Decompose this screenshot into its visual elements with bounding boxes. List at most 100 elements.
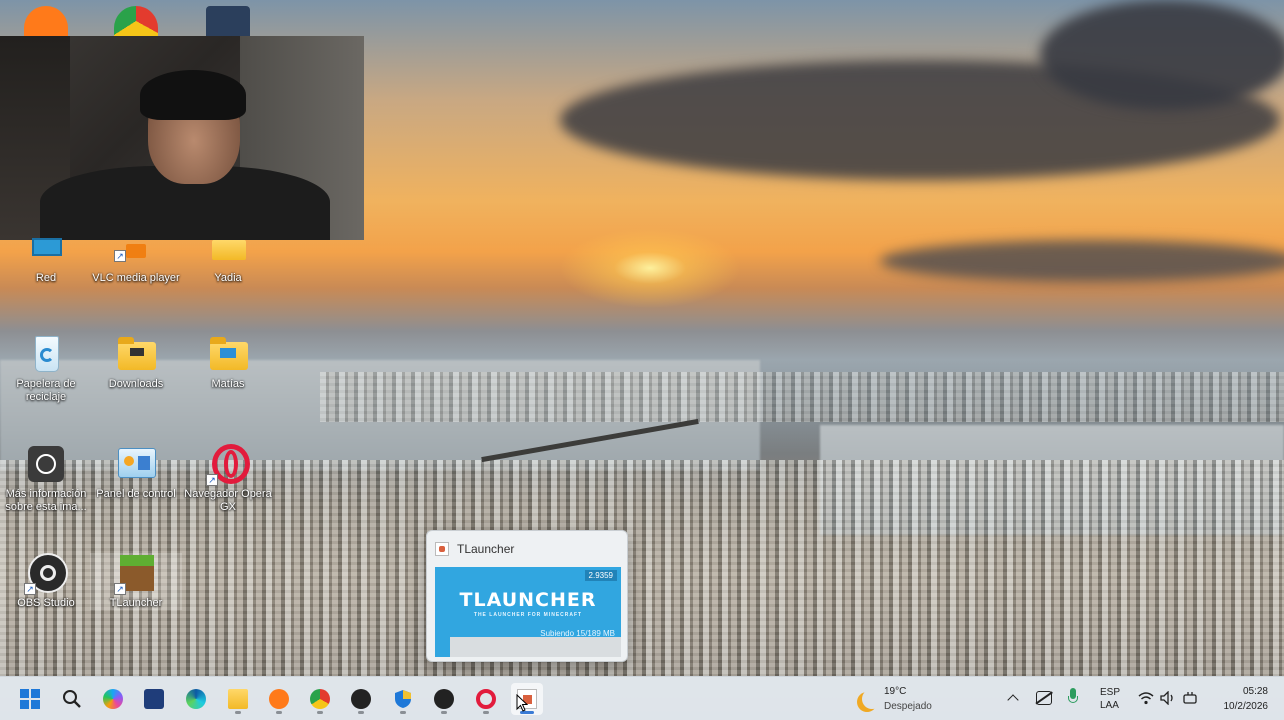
desktop-icon-label: Matías xyxy=(211,378,245,390)
shortcut-arrow-icon: ↗ xyxy=(206,474,218,486)
webcam-person-hair xyxy=(140,70,246,120)
search-icon xyxy=(63,690,81,708)
desktop-icon-label: Navegador Opera GX xyxy=(184,488,272,513)
desktop-icon-downloads[interactable]: Downloads xyxy=(90,334,182,391)
desktop-icon-matias[interactable]: Matías xyxy=(182,334,274,391)
edge-icon xyxy=(186,689,206,709)
window-title: TLauncher xyxy=(457,542,515,556)
security-shield-icon xyxy=(395,690,411,708)
tlauncher-app-icon xyxy=(435,542,449,556)
start-button[interactable] xyxy=(14,683,46,715)
shortcut-arrow-icon: ↗ xyxy=(24,583,36,595)
wifi-icon xyxy=(1138,692,1154,705)
wallpaper-cloud xyxy=(880,240,1284,282)
running-indicator xyxy=(358,711,364,714)
progress-bar xyxy=(435,637,621,657)
opera-gx-icon xyxy=(476,689,496,709)
running-indicator xyxy=(400,711,406,714)
obs-icon xyxy=(434,689,454,709)
tlauncher-logo: TLAUNCHER xyxy=(459,589,597,611)
desktop-icon-label: Red xyxy=(35,272,57,284)
desktop-icon-obs[interactable]: ↗ OBS Studio xyxy=(0,553,92,610)
wallpaper-cloud xyxy=(1040,0,1284,110)
desktop-icon-yadia[interactable]: Yadia xyxy=(182,238,274,285)
taskbar-file-explorer[interactable] xyxy=(222,683,254,715)
copilot-icon xyxy=(103,689,123,709)
network-off-icon[interactable] xyxy=(1035,691,1053,705)
desktop-icon-label: OBS Studio xyxy=(17,597,75,609)
running-indicator xyxy=(317,711,323,714)
volume-icon xyxy=(1160,691,1173,705)
windows-logo-icon xyxy=(20,689,40,709)
clock-time: 05:28 xyxy=(1242,686,1268,697)
opera-gx-icon: ↗ xyxy=(206,444,250,486)
desktop-icon-label: Yadia xyxy=(214,272,242,284)
folder-icon xyxy=(208,238,248,260)
chevron-up-icon xyxy=(1007,694,1019,706)
running-indicator xyxy=(483,711,489,714)
weather-temp: 19°C xyxy=(884,686,907,697)
desktop-icon-opera-gx[interactable]: ↗ Navegador Opera GX xyxy=(182,444,274,514)
language-line2: LAA xyxy=(1100,700,1119,711)
desktop-icon-label: Panel de control xyxy=(96,488,176,500)
desktop-icon-vlc[interactable]: ↗ VLC media player xyxy=(90,238,182,285)
recycle-bin-icon xyxy=(26,334,66,374)
desktop-icon-label: VLC media player xyxy=(92,272,180,284)
clock-date: 10/2/2026 xyxy=(1223,701,1269,712)
language-line1: ESP xyxy=(1100,687,1121,698)
desktop-icon-recycle-bin[interactable]: Papelera de reciclaje xyxy=(0,334,92,404)
running-indicator xyxy=(235,711,241,714)
taskbar-avast[interactable] xyxy=(263,683,295,715)
minecraft-grass-icon: ↗ xyxy=(114,553,156,595)
language-indicator[interactable]: ESP LAA xyxy=(1094,685,1126,713)
control-panel-icon xyxy=(116,444,156,484)
desktop-icon-control-panel[interactable]: Panel de control xyxy=(90,444,182,501)
taskbar-store[interactable] xyxy=(138,683,170,715)
desktop-icon-label: Downloads xyxy=(108,378,164,390)
chrome-desktop-icon[interactable] xyxy=(114,6,158,36)
taskbar-copilot[interactable] xyxy=(97,683,129,715)
battery-plug-icon xyxy=(1183,692,1197,704)
tlauncher-banner: 2.9359 TLAUNCHER THE LAUNCHER FOR MINECR… xyxy=(435,567,621,647)
microphone-icon[interactable] xyxy=(1068,688,1078,706)
taskbar-chrome[interactable] xyxy=(304,683,336,715)
file-explorer-icon xyxy=(228,689,248,709)
taskbar-opera-gx[interactable] xyxy=(470,683,502,715)
taskbar-edge[interactable] xyxy=(180,683,212,715)
running-indicator xyxy=(276,711,282,714)
taskbar-obs[interactable] xyxy=(345,683,377,715)
show-hidden-icons-button[interactable] xyxy=(1004,689,1024,709)
weather-widget[interactable]: 19°C Despejado xyxy=(854,683,964,715)
desktop-icon-label: Más información sobre esta ima... xyxy=(5,488,87,513)
info-camera-icon xyxy=(26,444,66,484)
mouse-cursor-icon xyxy=(516,694,528,712)
tlauncher-tagline: THE LAUNCHER FOR MINECRAFT xyxy=(473,612,583,618)
avast-desktop-icon[interactable] xyxy=(24,6,68,36)
vlc-icon: ↗ xyxy=(114,238,156,262)
webcam-overlay xyxy=(0,36,364,240)
desktop: Red ↗ VLC media player Yadia Papelera de… xyxy=(0,0,1284,720)
store-icon xyxy=(144,689,164,709)
folder-icon xyxy=(208,334,248,374)
obs-icon xyxy=(351,689,371,709)
taskbar-obs-2[interactable] xyxy=(428,683,460,715)
weather-desc: Despejado xyxy=(884,701,932,712)
version-badge: 2.9359 xyxy=(584,570,617,581)
desktop-icon-tlauncher[interactable]: ↗ TLauncher xyxy=(90,553,182,610)
app-desktop-icon[interactable] xyxy=(206,6,250,36)
quick-settings-button[interactable] xyxy=(1134,687,1204,709)
search-button[interactable] xyxy=(56,683,88,715)
shortcut-arrow-icon: ↗ xyxy=(114,250,126,262)
desktop-icon-red[interactable]: Red xyxy=(0,238,92,285)
desktop-icon-label: TLauncher xyxy=(109,597,163,609)
desktop-icon-label: Papelera de reciclaje xyxy=(16,378,76,403)
wallpaper-city xyxy=(320,372,1284,422)
taskbar-security[interactable] xyxy=(387,683,419,715)
desktop-icon-more-info[interactable]: Más información sobre esta ima... xyxy=(0,444,92,514)
shortcut-arrow-icon: ↗ xyxy=(114,583,126,595)
tlauncher-loading-window[interactable]: TLauncher 2.9359 TLAUNCHER THE LAUNCHER … xyxy=(426,530,628,662)
network-icon xyxy=(26,238,66,260)
chrome-icon xyxy=(310,689,330,709)
obs-icon: ↗ xyxy=(24,553,68,595)
clock[interactable]: 05:28 10/2/2026 xyxy=(1208,683,1278,715)
